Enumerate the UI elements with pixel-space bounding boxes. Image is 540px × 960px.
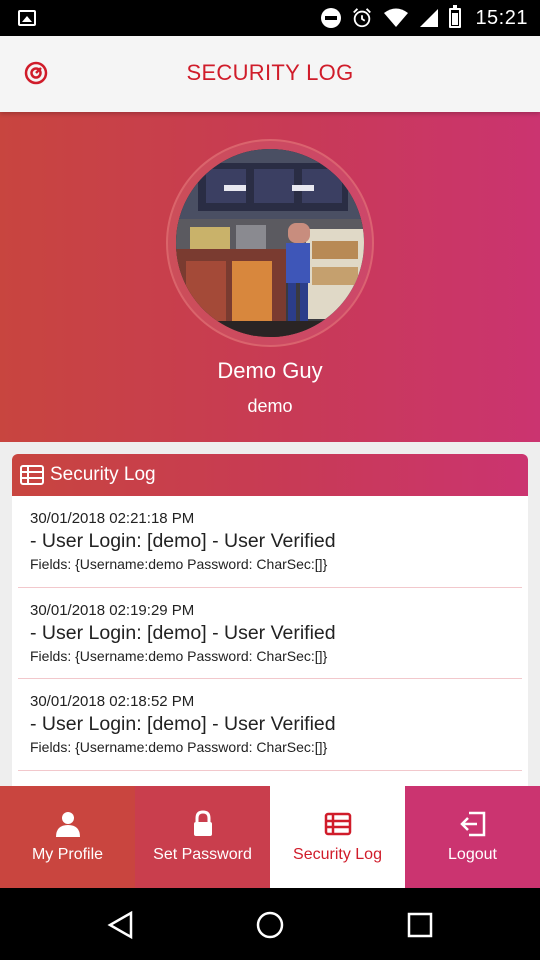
log-fields: Fields: {Username:demo Password: CharSec…: [30, 739, 328, 755]
lock-icon: [193, 810, 212, 836]
alarm-icon: [353, 8, 372, 28]
nav-set-password[interactable]: Set Password: [135, 786, 270, 888]
user-icon: [55, 812, 80, 837]
back-icon[interactable]: [106, 910, 136, 940]
log-action: - User Login: [demo] - User Verified: [30, 621, 336, 644]
avatar[interactable]: [176, 149, 364, 337]
security-log-title: Security Log: [50, 464, 156, 485]
log-entry: 30/01/2018 02:21:18 PM - User Login: [de…: [18, 496, 522, 588]
log-action: - User Login: [demo] - User Verified: [30, 530, 336, 552]
nav-label: Logout: [448, 846, 497, 863]
battery-icon: [449, 5, 462, 28]
security-log-panel: Security Log 30/01/2018 02:21:18 PM - Us…: [12, 454, 528, 794]
signal-icon: [420, 9, 439, 27]
profile-header: Demo Guy demo: [0, 112, 540, 442]
do-not-disturb-icon: [321, 8, 342, 28]
home-icon[interactable]: [255, 910, 285, 940]
logout-icon: [459, 811, 485, 837]
status-bar: 15:21: [0, 0, 540, 36]
cafe-photo-avatar: [176, 149, 364, 337]
list-icon: [324, 812, 351, 836]
security-log-header: Security Log: [12, 454, 528, 496]
status-time: 15:21: [475, 6, 528, 29]
status-icons: 15:21: [321, 5, 528, 30]
log-entry: 30/01/2018 02:19:29 PM - User Login: [de…: [18, 588, 522, 679]
log-fields: Fields: {Username:demo Password: CharSec…: [30, 556, 328, 572]
log-fields: Fields: {Username:demo Password: CharSec…: [30, 647, 328, 664]
profile-username: demo: [247, 396, 293, 416]
bottom-nav: My Profile Set Password Security Log Log…: [0, 786, 540, 888]
system-nav-bar: [0, 888, 540, 960]
log-action: - User Login: [demo] - User Verified: [30, 713, 336, 735]
nav-logout[interactable]: Logout: [405, 786, 540, 888]
wifi-icon: [384, 8, 409, 27]
log-entry: 30/01/2018 02:18:52 PM - User Login: [de…: [18, 679, 522, 771]
nav-security-log[interactable]: Security Log: [270, 786, 405, 888]
log-date: 30/01/2018 02:21:18 PM: [30, 510, 195, 527]
app-bar: SECURITY LOG: [0, 36, 540, 112]
avatar-ring: [166, 139, 374, 347]
page-title: SECURITY LOG: [186, 60, 354, 85]
gallery-notification-icon: [18, 10, 36, 26]
nav-my-profile[interactable]: My Profile: [0, 786, 135, 888]
log-date: 30/01/2018 02:18:52 PM: [30, 693, 195, 710]
nav-label: Security Log: [293, 846, 382, 863]
profile-name: Demo Guy: [217, 358, 323, 383]
nav-label: Set Password: [153, 846, 252, 863]
nav-label: My Profile: [31, 846, 104, 863]
list-icon: [20, 465, 44, 485]
log-date: 30/01/2018 02:19:29 PM: [30, 601, 195, 619]
recents-icon[interactable]: [405, 910, 435, 940]
